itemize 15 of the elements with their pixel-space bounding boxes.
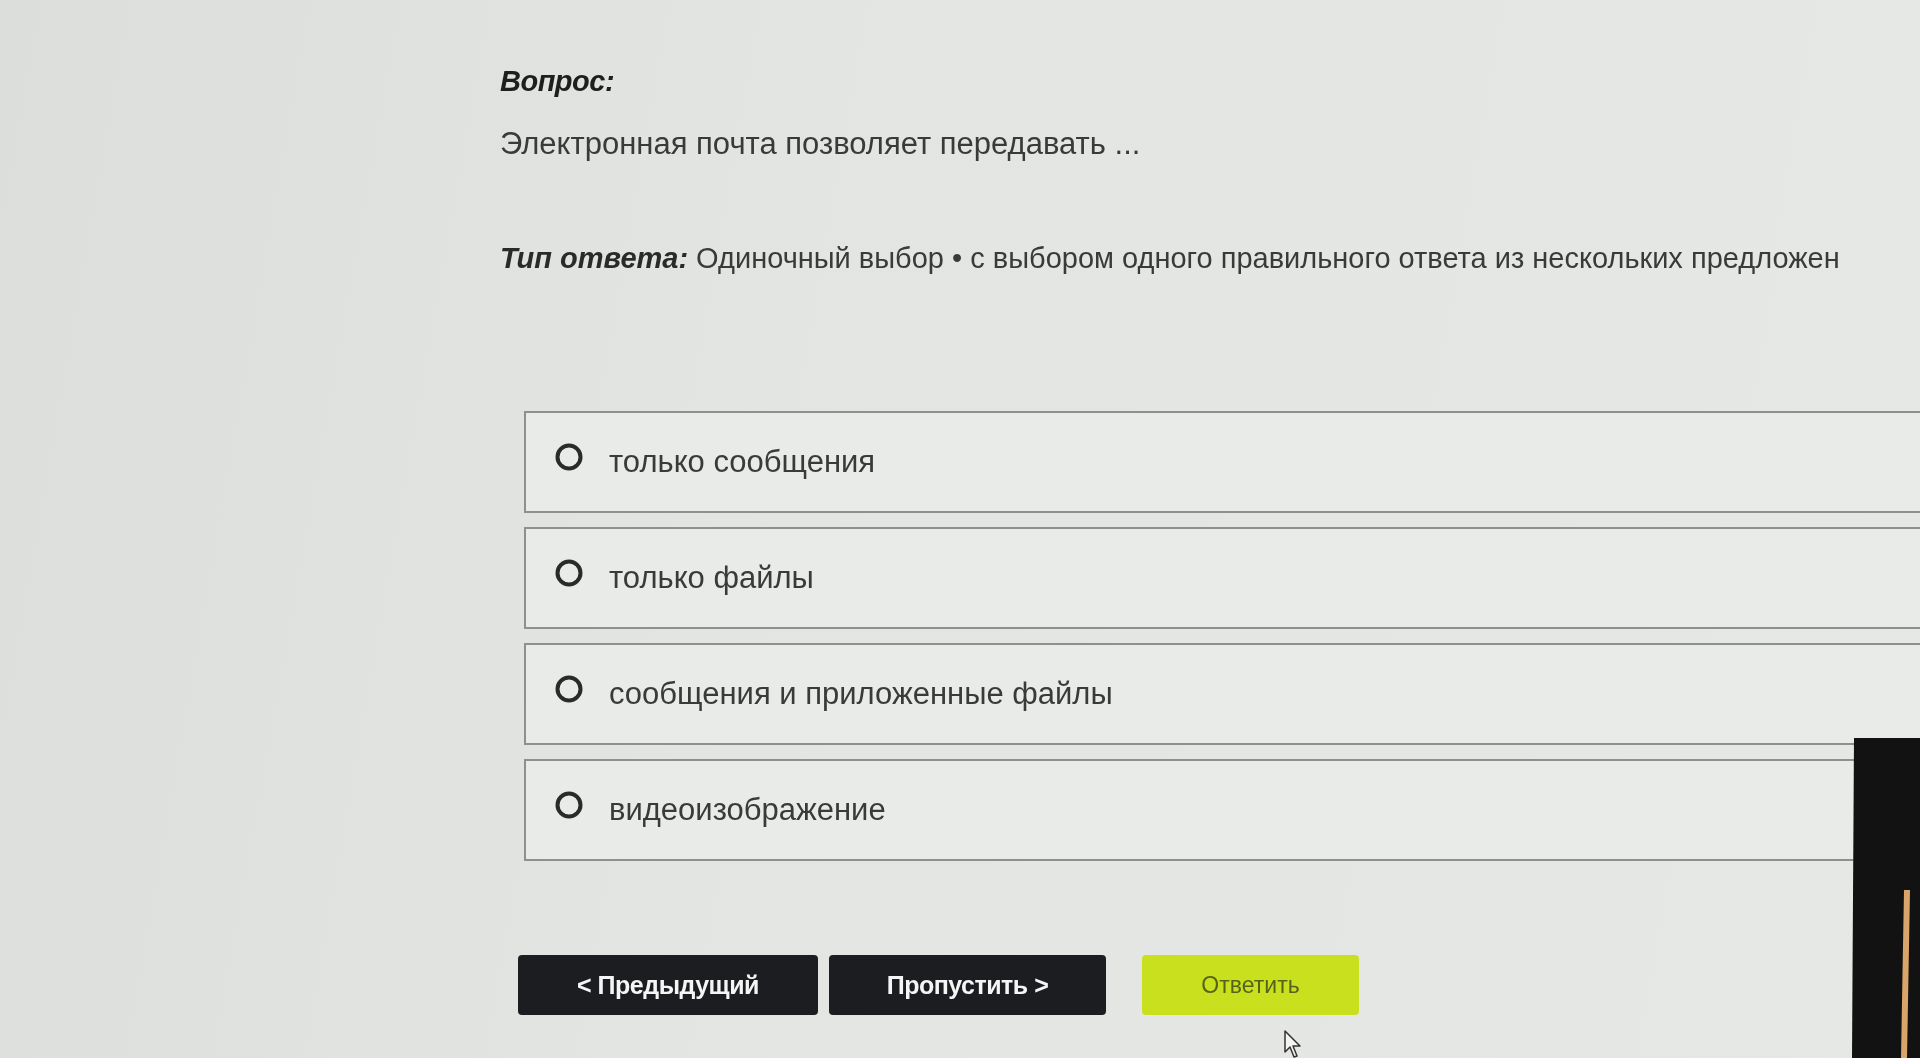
radio-icon[interactable] xyxy=(555,559,583,587)
question-label: Вопрос: xyxy=(500,64,616,99)
answer-type-label: Тип ответа: xyxy=(500,242,689,275)
answer-button[interactable]: Ответить xyxy=(1142,955,1359,1015)
answer-option[interactable]: только файлы xyxy=(524,527,1920,629)
answer-option[interactable]: сообщения и приложенные файлы xyxy=(524,643,1920,745)
radio-icon[interactable] xyxy=(555,791,583,819)
previous-button[interactable]: < Предыдущий xyxy=(518,955,818,1015)
question-text: Электронная почта позволяет передавать ... xyxy=(500,126,1142,162)
cursor-icon xyxy=(1284,1030,1304,1058)
radio-icon[interactable] xyxy=(555,675,583,703)
radio-icon[interactable] xyxy=(555,443,583,471)
answer-option[interactable]: только сообщения xyxy=(524,411,1920,513)
answer-type-text: Одиночный выбор • с выбором одного правильного ответа из нескольких предложен xyxy=(696,242,1840,275)
skip-button[interactable]: Пропустить > xyxy=(829,955,1106,1015)
